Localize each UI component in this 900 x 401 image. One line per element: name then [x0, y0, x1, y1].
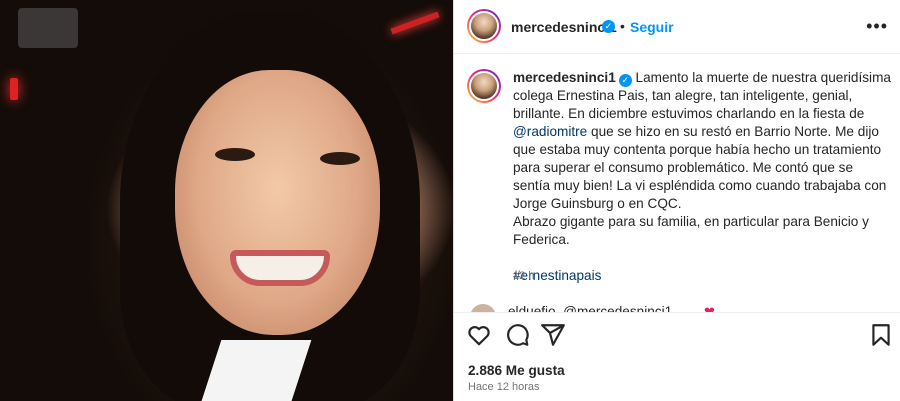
caption-section: mercedesninci1 ✓ Lamento la muerte de nue… [454, 55, 900, 312]
caption-text: mercedesninci1 ✓ Lamento la muerte de nue… [513, 69, 891, 285]
bookmark-icon [872, 324, 890, 346]
stage-light [10, 78, 18, 100]
heart-outline-icon [468, 326, 490, 346]
photo-eye [215, 148, 255, 161]
post-header: mercedesninci1 ✓ • Seguir ••• [454, 0, 900, 54]
post-date[interactable]: Hace 12 horas [468, 381, 540, 393]
verified-badge-icon: ✓ [602, 20, 615, 33]
verified-badge-icon: ✓ [618, 74, 632, 87]
speech-bubble-icon [507, 324, 529, 346]
likes-count[interactable]: 2.886 Me gusta [468, 363, 565, 378]
post-photo[interactable] [0, 0, 453, 401]
author-username[interactable]: mercedesninci1 [511, 19, 617, 35]
caption-closing: Abrazo gigante para su familia, en parti… [513, 214, 869, 247]
more-options-icon[interactable]: ••• [866, 16, 888, 37]
mention-link[interactable]: @radiomitre [513, 124, 587, 139]
post-side-panel: mercedesninci1 ✓ • Seguir ••• mercedesni… [454, 0, 900, 401]
like-button[interactable] [466, 322, 492, 348]
photo-eye [320, 152, 360, 165]
share-button[interactable] [540, 322, 566, 348]
caption-timestamp: 12 h [513, 270, 535, 282]
actions-divider [454, 312, 900, 313]
save-button[interactable] [868, 322, 894, 348]
photo-smile [230, 250, 330, 286]
paper-plane-icon [541, 324, 565, 346]
stage-light [390, 11, 440, 35]
stage-light [18, 8, 78, 48]
comment-button[interactable] [504, 322, 530, 348]
comment-text: elduefio. @mercedesninci1 [508, 304, 673, 312]
commenter-avatar[interactable] [470, 304, 496, 312]
photo-face [175, 70, 380, 335]
heart-emoji-icon: ❤ [704, 304, 715, 312]
separator-dot: • [620, 18, 625, 34]
author-avatar[interactable] [467, 9, 501, 43]
caption-username[interactable]: mercedesninci1 [513, 70, 616, 85]
follow-button[interactable]: Seguir [630, 19, 674, 35]
caption-author-avatar[interactable] [467, 69, 501, 103]
comment-preview[interactable]: elduefio. @mercedesninci1 ❤ [468, 304, 868, 312]
